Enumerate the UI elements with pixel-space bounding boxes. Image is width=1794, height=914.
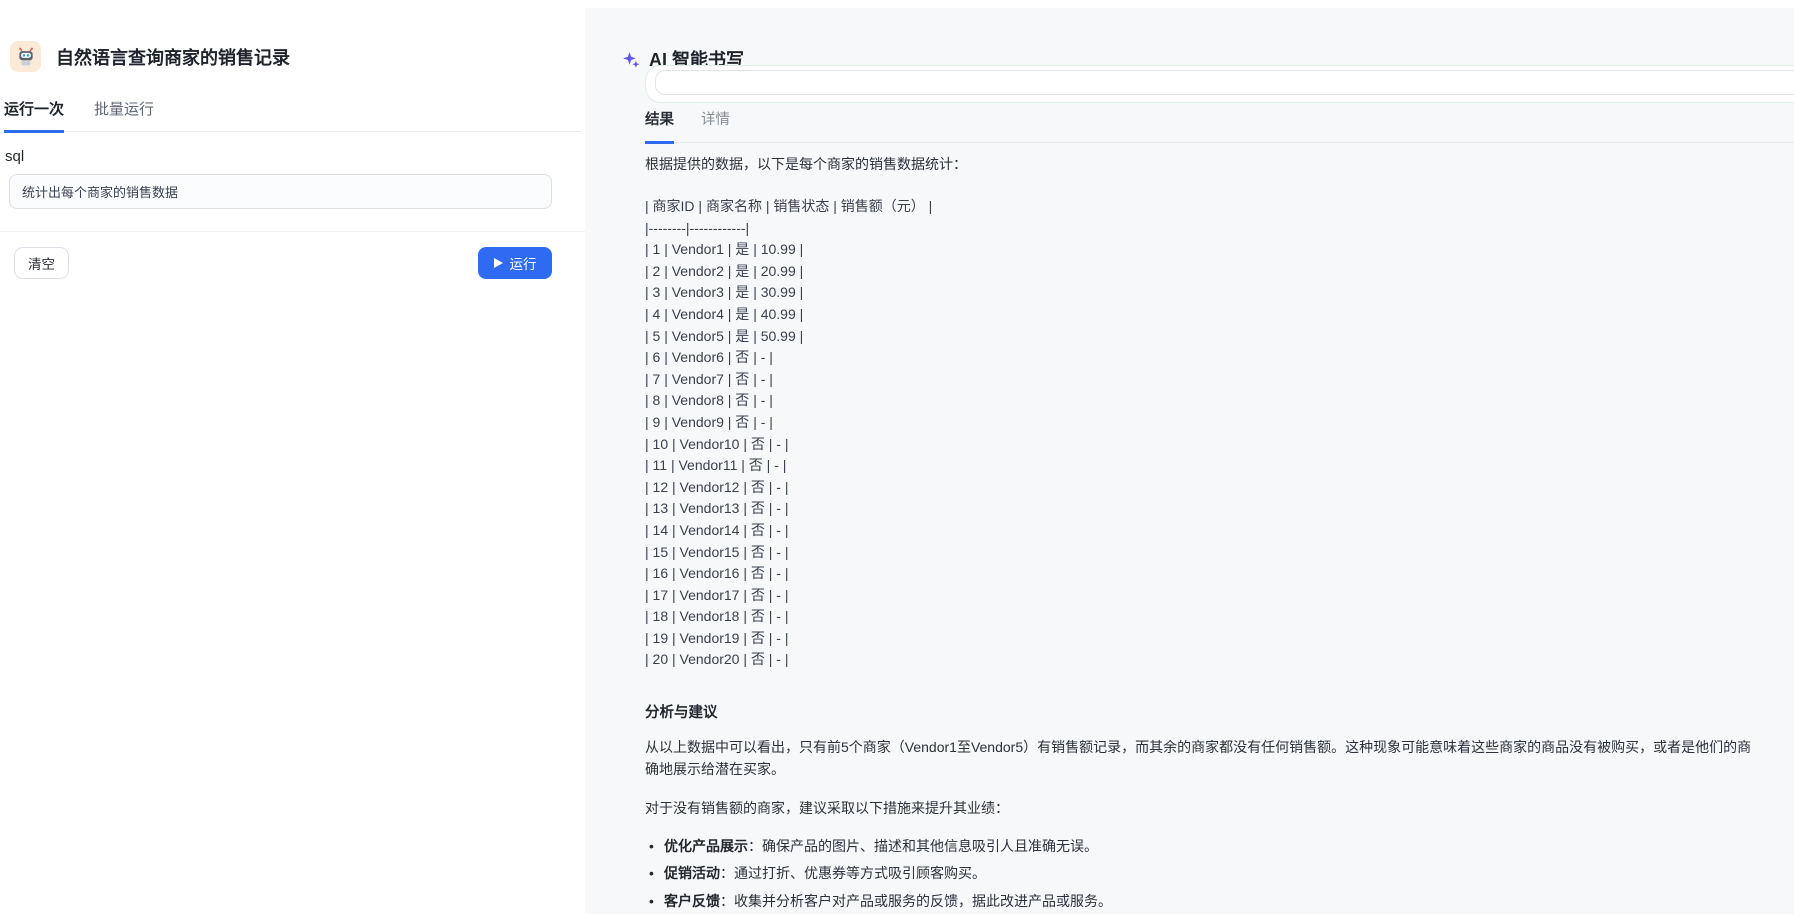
table-line: | 19 | Vendor19 | 否 | - | (645, 629, 789, 646)
sql-input[interactable] (9, 174, 552, 209)
suggestion-text: ：收集并分析客户对产品或服务的反馈，据此改进产品或服务。 (720, 892, 1112, 909)
table-line: | 14 | Vendor14 | 否 | - | (645, 521, 789, 538)
result-table: | 商家ID | 商家名称 | 销售状态 | 销售额（元） | |--------… (645, 196, 1794, 671)
table-line: | 12 | Vendor12 | 否 | - | (645, 478, 789, 495)
run-button[interactable]: 运行 (478, 247, 552, 279)
suggestion-term: 促销活动 (664, 865, 720, 882)
table-line: | 11 | Vendor11 | 否 | - | (645, 457, 787, 474)
tab-detail[interactable]: 详情 (701, 108, 730, 142)
table-line: | 6 | Vendor6 | 否 | - | (645, 349, 773, 366)
table-line: | 商家ID | 商家名称 | 销售状态 | 销售额（元） | (645, 198, 933, 214)
table-line: | 17 | Vendor17 | 否 | - | (645, 586, 789, 603)
table-line: | 16 | Vendor16 | 否 | - | (645, 565, 789, 582)
table-line: | 5 | Vendor5 | 是 | 50.99 | (645, 327, 804, 344)
page-title: 自然语言查询商家的销售记录 (56, 47, 290, 68)
suggestion-item: 促销活动：通过打折、优惠券等方式吸引顾客购买。 (645, 860, 1794, 888)
result-tabs: 结果 详情 (645, 108, 1794, 144)
suggestion-text: ：通过打折、优惠券等方式吸引顾客购买。 (720, 865, 986, 882)
suggestion-text: ：确保产品的图片、描述和其他信息吸引人且准确无误。 (748, 837, 1098, 854)
robot-icon (10, 41, 41, 72)
suggestion-term: 客户反馈 (664, 892, 720, 909)
suggestion-item: 客户反馈：收集并分析客户对产品或服务的反馈，据此改进产品或服务。 (645, 888, 1794, 914)
collapsed-input-card (645, 65, 1794, 103)
table-line: | 7 | Vendor7 | 否 | - | (645, 370, 773, 387)
analysis-heading: 分析与建议 (645, 705, 718, 722)
tab-run-once[interactable]: 运行一次 (4, 98, 65, 133)
sql-field-label: sql (5, 148, 25, 165)
suggestion-intro: 对于没有销售额的商家，建议采取以下措施来提升其业绩： (645, 799, 1009, 816)
table-line: | 3 | Vendor3 | 是 | 30.99 | (645, 284, 804, 301)
table-line: |--------|------------| (645, 219, 750, 236)
clear-button[interactable]: 清空 (14, 247, 69, 279)
sparkle-icon (622, 50, 640, 69)
query-tool-panel: 自然语言查询商家的销售记录 运行一次 批量运行 sql 清空 运行 (0, 0, 585, 914)
play-icon (493, 258, 503, 268)
table-line: | 2 | Vendor2 | 是 | 20.99 | (645, 262, 804, 279)
suggestion-list: 优化产品展示：确保产品的图片、描述和其他信息吸引人且准确无误。促销活动：通过打折… (645, 833, 1794, 914)
ai-writer-panel: AI 智能书写 结果 详情 根据提供的数据，以下是每个商家的销售数据统计： | … (585, 8, 1794, 914)
collapsed-input-inner (655, 70, 1794, 95)
result-content: 根据提供的数据，以下是每个商家的销售数据统计： | 商家ID | 商家名称 | … (645, 154, 1794, 914)
result-intro: 根据提供的数据，以下是每个商家的销售数据统计： (645, 156, 967, 172)
footer-divider (0, 231, 585, 232)
analysis-line: 确地展示给潜在买家。 (645, 760, 785, 777)
table-line: | 10 | Vendor10 | 否 | - | (645, 435, 789, 452)
table-line: | 18 | Vendor18 | 否 | - | (645, 608, 789, 625)
table-line: | 4 | Vendor4 | 是 | 40.99 | (645, 305, 804, 322)
table-line: | 8 | Vendor8 | 否 | - | (645, 392, 773, 409)
table-line: | 20 | Vendor20 | 否 | - | (645, 651, 789, 668)
run-button-label: 运行 (509, 257, 537, 272)
table-line: | 9 | Vendor9 | 否 | - | (645, 413, 773, 430)
tool-header: 自然语言查询商家的销售记录 (10, 41, 290, 72)
run-mode-tabs: 运行一次 批量运行 (4, 98, 581, 133)
analysis-paragraph: 从以上数据中可以看出，只有前5个商家（Vendor1至Vendor5）有销售额记… (645, 737, 1794, 781)
suggestion-term: 优化产品展示 (664, 837, 748, 854)
suggestion-item: 优化产品展示：确保产品的图片、描述和其他信息吸引人且准确无误。 (645, 833, 1794, 861)
tab-batch-run[interactable]: 批量运行 (94, 98, 154, 131)
table-line: | 13 | Vendor13 | 否 | - | (645, 500, 789, 517)
tab-result[interactable]: 结果 (645, 108, 674, 144)
table-line: | 1 | Vendor1 | 是 | 10.99 | (645, 241, 804, 258)
analysis-line: 从以上数据中可以看出，只有前5个商家（Vendor1至Vendor5）有销售额记… (645, 739, 1752, 756)
table-line: | 15 | Vendor15 | 否 | - | (645, 543, 789, 560)
